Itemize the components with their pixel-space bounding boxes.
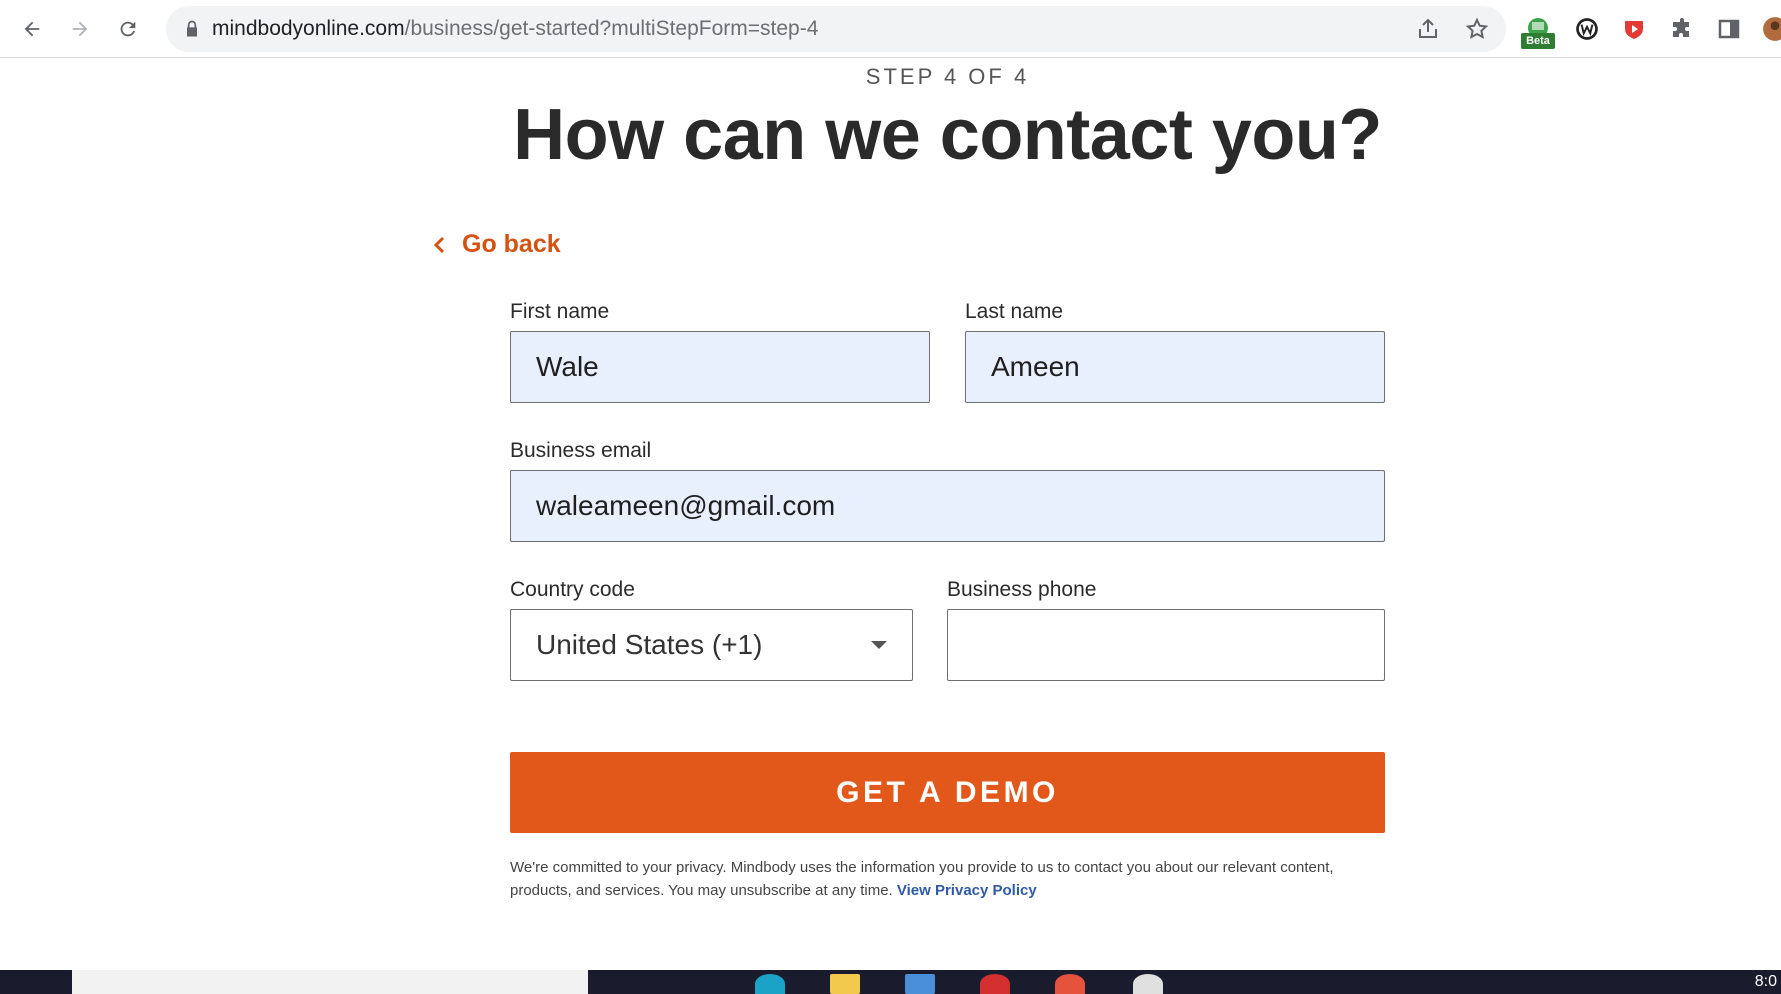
shield-extension-icon[interactable]: [1617, 12, 1651, 46]
business-email-field[interactable]: waleameen@gmail.com: [510, 470, 1385, 542]
last-name-field[interactable]: Ameen: [965, 331, 1385, 403]
store-taskbar-icon[interactable]: [905, 974, 935, 994]
opera-taskbar-icon[interactable]: [980, 974, 1010, 994]
first-name-field[interactable]: Wale: [510, 331, 930, 403]
folder-taskbar-icon[interactable]: [830, 974, 860, 994]
chrome-taskbar-icon[interactable]: [1055, 974, 1085, 994]
go-back-link[interactable]: Go back: [432, 230, 561, 259]
go-back-label: Go back: [462, 230, 561, 258]
browser-toolbar: mindbodyonline.com/business/get-started?…: [0, 0, 1781, 58]
privacy-notice: We're committed to your privacy. Mindbod…: [510, 856, 1390, 902]
country-code-label: Country code: [510, 578, 635, 601]
lock-icon: [187, 20, 197, 37]
country-code-value: United States (+1): [536, 629, 763, 660]
w-extension-icon[interactable]: [1570, 12, 1604, 46]
url-text: mindbodyonline.com/business/get-started?…: [212, 17, 818, 41]
last-name-label: Last name: [965, 300, 1064, 323]
puzzle-extensions-icon[interactable]: [1665, 12, 1699, 46]
chevron-left-icon: [433, 236, 445, 253]
edge-taskbar-icon[interactable]: [755, 974, 785, 994]
business-email-label: Business email: [510, 439, 652, 462]
business-phone-label: Business phone: [947, 578, 1097, 601]
taskbar-search-box[interactable]: [72, 970, 588, 994]
forward-icon[interactable]: [63, 12, 97, 46]
profile-avatar[interactable]: [1758, 12, 1781, 46]
first-name-label: First name: [510, 300, 610, 323]
get-demo-button[interactable]: GET A DEMO: [510, 752, 1385, 833]
share-icon[interactable]: [1416, 17, 1440, 41]
beta-badge: Beta: [1521, 33, 1555, 49]
os-taskbar: 8:0: [0, 970, 1781, 994]
dropdown-caret-icon: [871, 641, 887, 649]
url-host: mindbodyonline.com: [212, 17, 405, 40]
address-bar[interactable]: mindbodyonline.com/business/get-started?…: [166, 6, 1506, 52]
business-phone-field[interactable]: [947, 609, 1385, 681]
page-title: How can we contact you?: [513, 95, 1382, 175]
side-panel-icon[interactable]: [1712, 12, 1746, 46]
reload-icon[interactable]: [111, 12, 145, 46]
privacy-policy-link[interactable]: View Privacy Policy: [897, 882, 1037, 899]
taskbar-clock: 8:0: [1754, 973, 1777, 990]
step-indicator: STEP 4 OF 4: [865, 64, 1030, 89]
url-path: /business/get-started?multiStepForm=step…: [404, 17, 819, 40]
bookmark-star-icon[interactable]: [1465, 17, 1489, 41]
country-code-select[interactable]: United States (+1): [510, 609, 913, 681]
back-icon[interactable]: [15, 12, 49, 46]
app-taskbar-icon[interactable]: [1133, 974, 1163, 994]
